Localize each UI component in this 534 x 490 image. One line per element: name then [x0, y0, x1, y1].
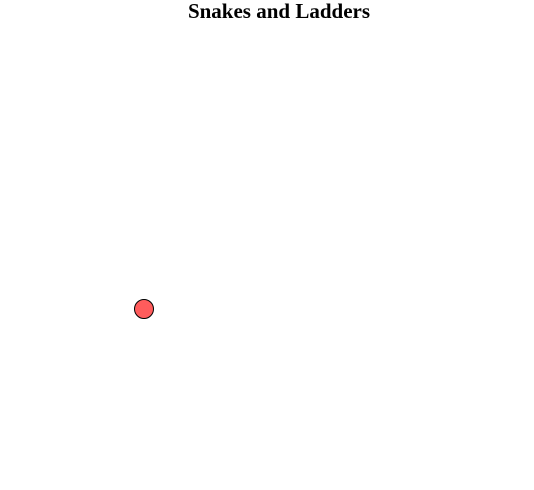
page-title: Snakes and Ladders: [187, 0, 371, 23]
game-board: [0, 30, 534, 490]
player-token[interactable]: [134, 299, 154, 319]
